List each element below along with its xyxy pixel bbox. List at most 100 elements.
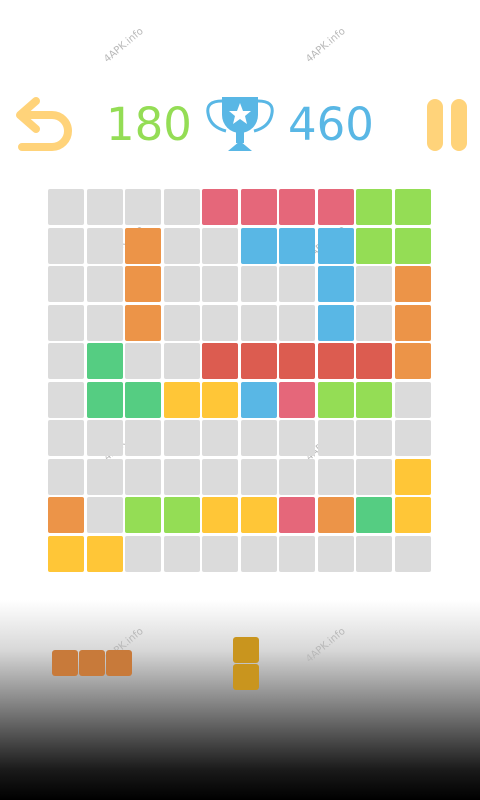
empty-cell: [202, 535, 238, 572]
filled-cell: [240, 189, 277, 225]
empty-cell: [163, 343, 200, 379]
filled-cell: [279, 497, 315, 533]
filled-cell: [48, 497, 84, 533]
filled-cell: [279, 381, 315, 418]
empty-cell: [202, 304, 238, 341]
empty-cell: [356, 266, 392, 302]
bottom-shadow: [0, 600, 480, 800]
filled-cell: [317, 381, 354, 418]
filled-cell: [394, 304, 431, 341]
empty-cell: [163, 535, 200, 572]
filled-cell: [125, 227, 161, 264]
best-score: 460: [288, 98, 374, 151]
filled-cell: [125, 304, 161, 341]
pause-button[interactable]: [424, 99, 470, 151]
empty-cell: [48, 266, 84, 302]
empty-cell: [125, 458, 161, 495]
empty-cell: [86, 458, 123, 495]
filled-cell: [202, 189, 238, 225]
filled-cell: [125, 381, 161, 418]
empty-cell: [356, 535, 392, 572]
filled-cell: [240, 227, 277, 264]
filled-cell: [356, 381, 392, 418]
filled-cell: [356, 189, 392, 225]
trophy-icon: [200, 93, 280, 159]
empty-cell: [125, 420, 161, 456]
filled-cell: [202, 343, 238, 379]
empty-cell: [240, 304, 277, 341]
piece-cell: [233, 637, 259, 663]
filled-cell: [202, 381, 238, 418]
empty-cell: [356, 458, 392, 495]
filled-cell: [356, 227, 392, 264]
watermark: 4APK.info: [304, 25, 348, 66]
pause-icon: [451, 99, 467, 151]
filled-cell: [86, 381, 123, 418]
empty-cell: [163, 189, 200, 225]
filled-cell: [279, 343, 315, 379]
empty-cell: [240, 458, 277, 495]
filled-cell: [279, 227, 315, 264]
empty-cell: [279, 535, 315, 572]
empty-cell: [125, 189, 161, 225]
empty-cell: [48, 458, 84, 495]
empty-cell: [317, 420, 354, 456]
empty-cell: [86, 420, 123, 456]
filled-cell: [240, 497, 277, 533]
filled-cell: [317, 343, 354, 379]
filled-cell: [317, 304, 354, 341]
filled-cell: [86, 535, 123, 572]
filled-cell: [240, 381, 277, 418]
filled-cell: [317, 497, 354, 533]
empty-cell: [163, 304, 200, 341]
filled-cell: [394, 189, 431, 225]
empty-cell: [279, 458, 315, 495]
empty-cell: [317, 535, 354, 572]
filled-cell: [356, 343, 392, 379]
filled-cell: [279, 189, 315, 225]
empty-cell: [48, 304, 84, 341]
empty-cell: [202, 420, 238, 456]
filled-cell: [163, 497, 200, 533]
empty-cell: [279, 266, 315, 302]
filled-cell: [394, 227, 431, 264]
piece-cell: [79, 650, 105, 676]
empty-cell: [86, 497, 123, 533]
watermark: 4APK.info: [102, 25, 146, 66]
empty-cell: [240, 420, 277, 456]
piece-cell: [52, 650, 78, 676]
undo-button[interactable]: [10, 93, 72, 155]
game-board[interactable]: [48, 189, 432, 573]
filled-cell: [317, 266, 354, 302]
current-score: 180: [106, 98, 192, 151]
empty-cell: [202, 266, 238, 302]
empty-cell: [240, 266, 277, 302]
empty-cell: [163, 420, 200, 456]
filled-cell: [317, 189, 354, 225]
piece-cell: [233, 664, 259, 690]
filled-cell: [202, 497, 238, 533]
empty-cell: [48, 420, 84, 456]
empty-cell: [202, 458, 238, 495]
empty-cell: [279, 304, 315, 341]
top-bar: 180 460: [0, 85, 480, 165]
empty-cell: [86, 266, 123, 302]
filled-cell: [394, 458, 431, 495]
undo-arrow-icon: [16, 97, 72, 151]
empty-cell: [240, 535, 277, 572]
empty-cell: [317, 458, 354, 495]
empty-cell: [279, 420, 315, 456]
filled-cell: [163, 381, 200, 418]
filled-cell: [48, 535, 84, 572]
empty-cell: [163, 266, 200, 302]
empty-cell: [125, 343, 161, 379]
empty-cell: [48, 189, 84, 225]
empty-cell: [394, 535, 431, 572]
pause-icon: [427, 99, 443, 151]
empty-cell: [163, 227, 200, 264]
empty-cell: [202, 227, 238, 264]
filled-cell: [394, 343, 431, 379]
filled-cell: [240, 343, 277, 379]
empty-cell: [394, 381, 431, 418]
empty-cell: [86, 304, 123, 341]
